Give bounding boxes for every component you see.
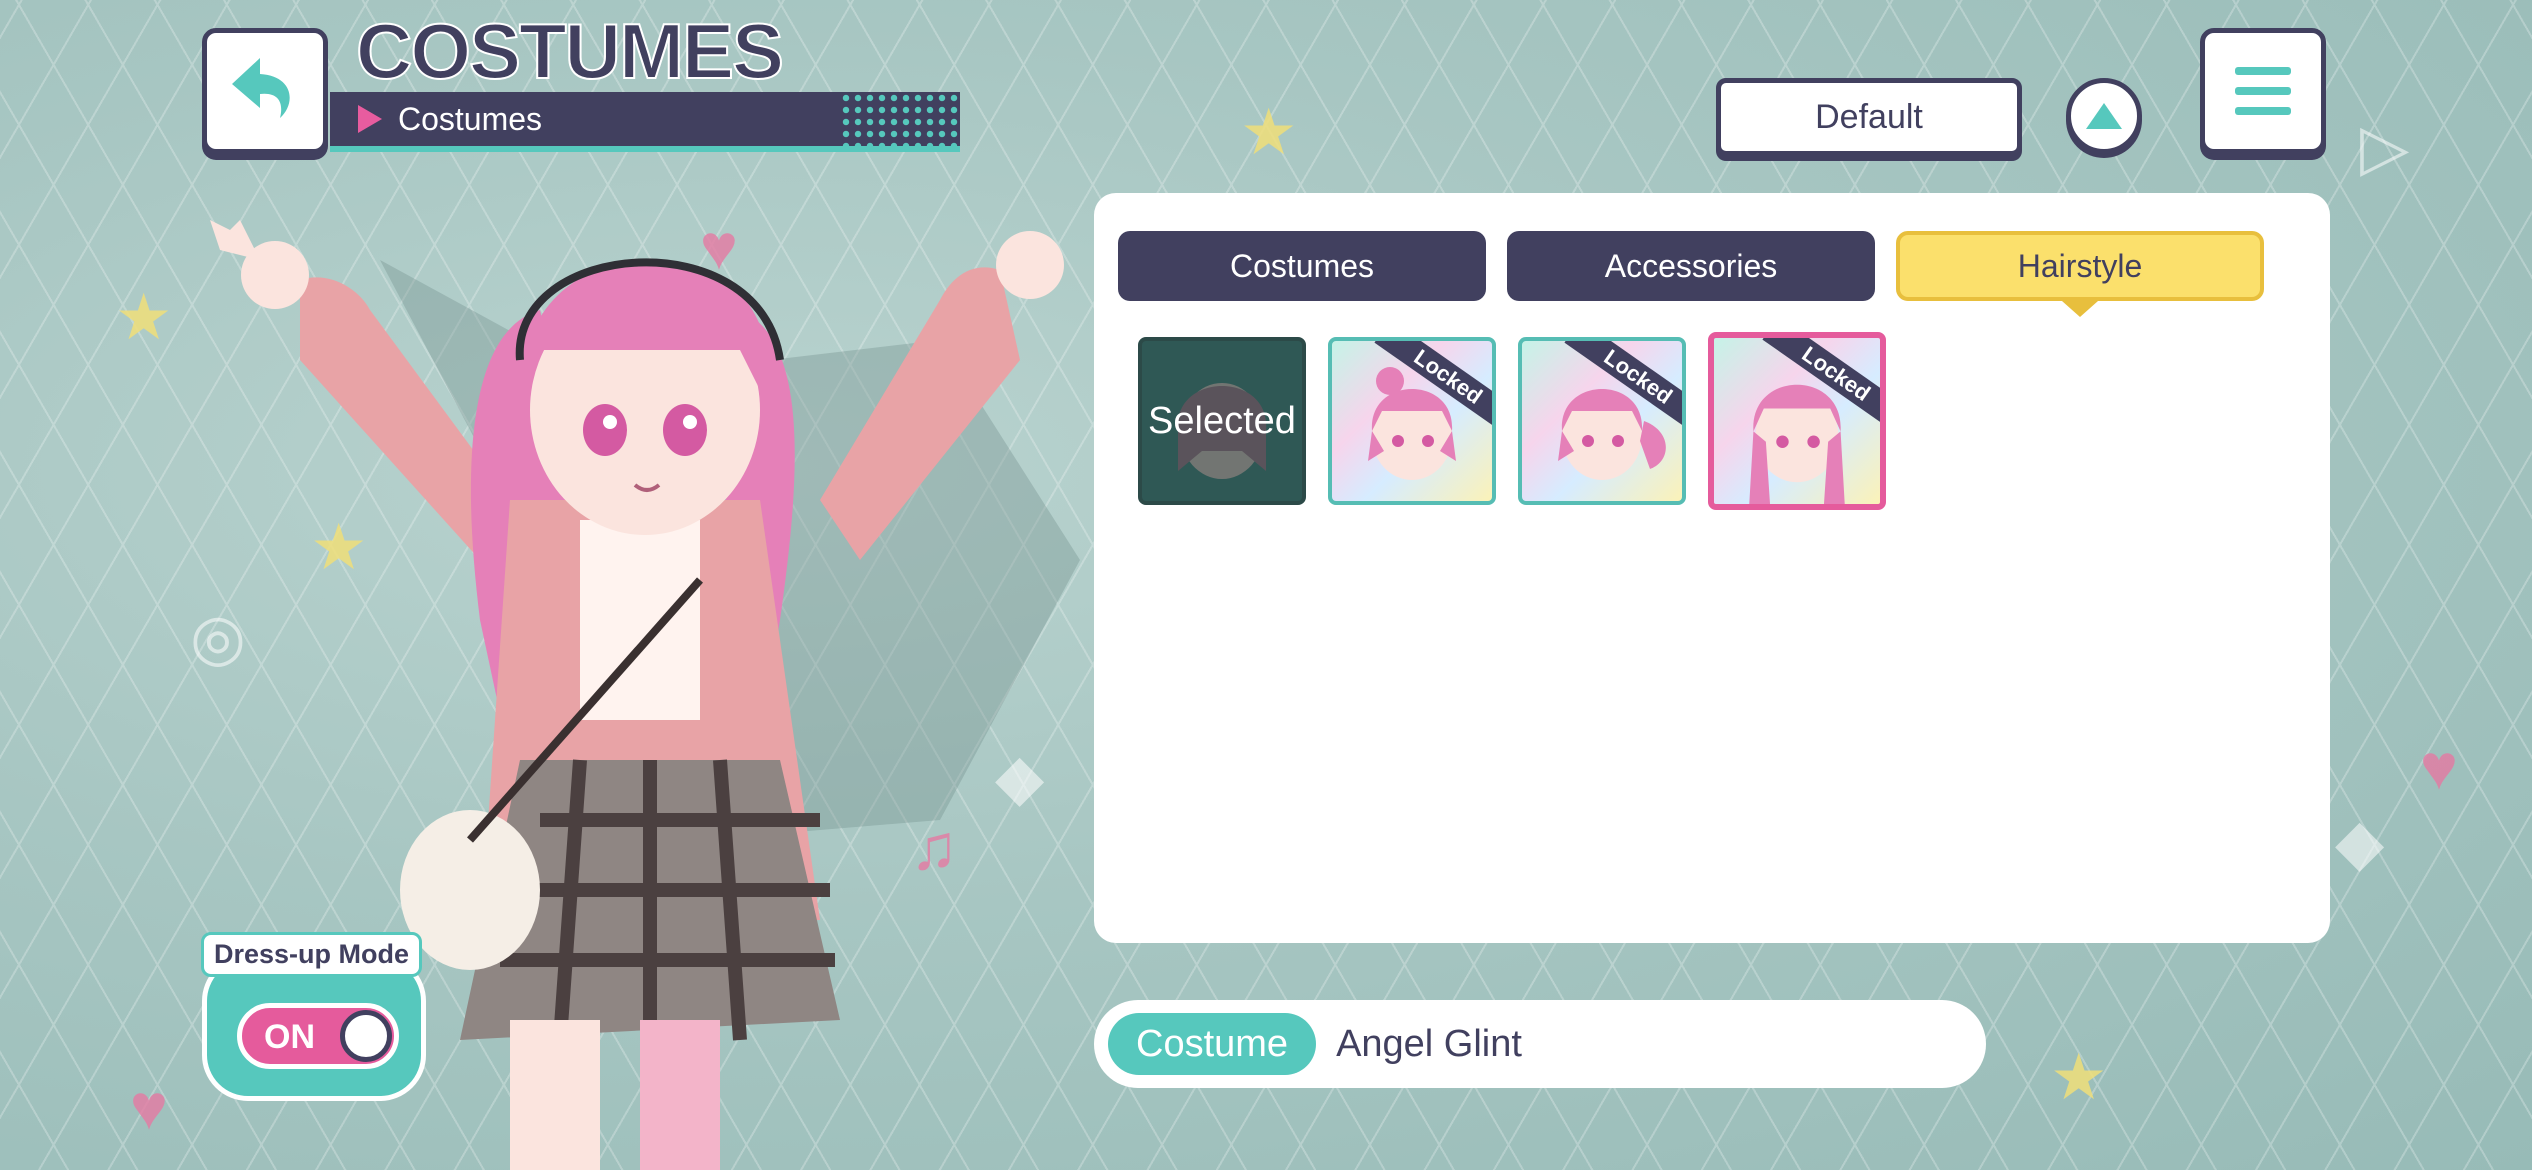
star-laurel-icon: ★ — [2050, 1041, 2108, 1113]
category-tabs: Costumes Accessories Hairstyle — [1118, 231, 2264, 301]
heart-icon: ♥ — [2420, 731, 2458, 803]
tab-costumes[interactable]: Costumes — [1118, 231, 1486, 301]
tab-hairstyle[interactable]: Hairstyle — [1896, 231, 2264, 301]
selected-label: Selected — [1148, 399, 1296, 442]
sort-order-button[interactable] — [2066, 78, 2142, 154]
dress-up-mode-panel: Dress-up Mode ON — [201, 932, 426, 1101]
hairstyle-tile-4[interactable]: Locked — [1708, 332, 1886, 510]
star-laurel-icon: ★ — [115, 281, 173, 353]
hamburger-icon — [2235, 67, 2291, 115]
back-button[interactable] — [202, 28, 328, 154]
triangle-up-icon — [2086, 103, 2122, 129]
back-arrow-icon — [232, 58, 290, 118]
star-laurel-icon: ★ — [1240, 96, 1298, 168]
costume-name: Angel Glint — [1336, 1022, 1522, 1065]
hairstyle-grid: Selected Locked Locked Locked — [1138, 332, 1886, 510]
dress-up-mode-label: Dress-up Mode — [201, 932, 423, 977]
dots-decoration — [840, 92, 960, 146]
sort-dropdown[interactable]: Default — [1716, 78, 2022, 156]
menu-button[interactable] — [2200, 28, 2326, 154]
current-costume-bar: Costume Angel Glint — [1094, 1000, 1986, 1088]
heart-icon: ♥ — [130, 1071, 168, 1143]
hairstyle-tile-1[interactable]: Selected — [1138, 337, 1306, 505]
hairstyle-tile-3[interactable]: Locked — [1518, 337, 1686, 505]
triangle-icon: ▷ — [2360, 111, 2410, 183]
diamond-icon: ◆ — [2335, 806, 2385, 878]
tab-accessories[interactable]: Accessories — [1507, 231, 1875, 301]
page-title: COSTUMES — [355, 7, 785, 95]
toggle-state-label: ON — [264, 1018, 315, 1056]
item-panel: Costumes Accessories Hairstyle Selected … — [1094, 193, 2330, 943]
hairstyle-tile-2[interactable]: Locked — [1328, 337, 1496, 505]
breadcrumb: Costumes — [330, 92, 960, 152]
toggle-knob — [340, 1010, 392, 1062]
dress-up-toggle[interactable]: ON — [237, 1003, 399, 1069]
costume-tag: Costume — [1108, 1013, 1317, 1075]
play-triangle-icon — [358, 105, 382, 133]
breadcrumb-label: Costumes — [398, 100, 543, 137]
